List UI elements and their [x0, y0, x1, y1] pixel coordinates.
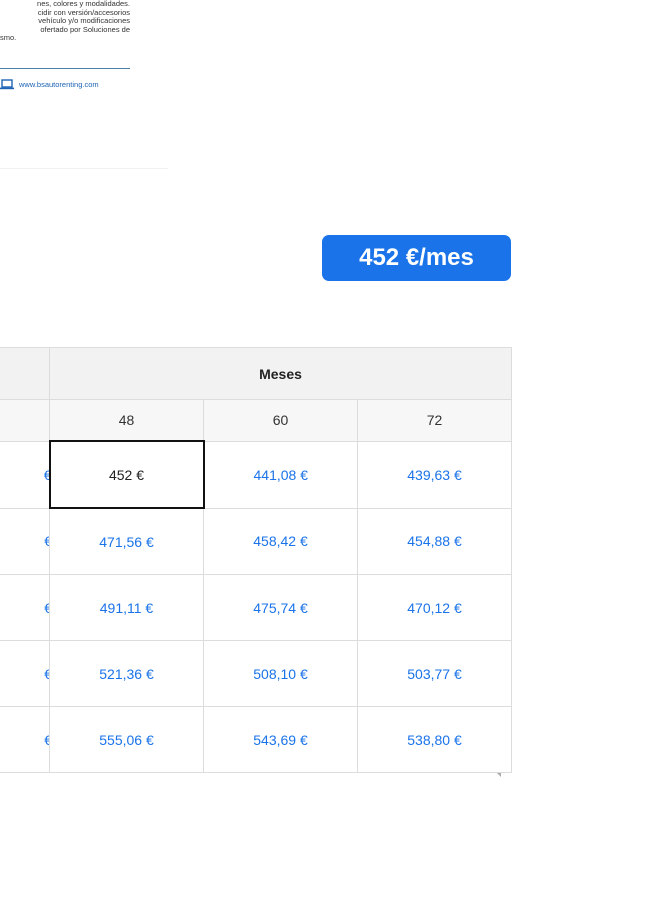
table-row: € 491,11 € 475,74 € 470,12 €	[0, 574, 513, 641]
price-cell[interactable]: 454,88 €	[356, 507, 513, 575]
price-cell[interactable]: 475,74 €	[203, 574, 358, 641]
monthly-price-badge: 452 €/mes	[322, 235, 511, 281]
month-column-header: 48	[49, 399, 204, 442]
month-column-header: 72	[356, 399, 513, 442]
price-cell[interactable]: 521,36 €	[49, 640, 204, 707]
disclaimer-text: nes, colores y modalidades. cidir con ve…	[0, 0, 130, 43]
price-cell[interactable]: 543,69 €	[203, 706, 358, 773]
row-first-cell[interactable]: €	[0, 507, 50, 575]
price-cell[interactable]: 458,42 €	[203, 507, 358, 575]
resize-handle-icon	[497, 773, 501, 777]
monthly-price-text: 452 €/mes	[359, 244, 474, 271]
price-cell[interactable]: 471,56 €	[49, 507, 204, 575]
price-cell[interactable]: 538,80 €	[356, 706, 513, 773]
table-row: € 452 € 441,08 € 439,63 €	[0, 440, 513, 509]
website-row[interactable]: www.bsautorenting.com	[0, 79, 99, 90]
row-first-cell[interactable]: €	[0, 574, 50, 641]
disclaimer-line: smo.	[0, 33, 17, 43]
price-cell[interactable]: 470,12 €	[356, 574, 513, 641]
table-row: € 521,36 € 508,10 € 503,77 €	[0, 640, 513, 707]
table-row: € 471,56 € 458,42 € 454,88 €	[0, 507, 513, 575]
disclaimer-divider	[0, 68, 130, 69]
laptop-icon	[0, 79, 14, 90]
price-cell[interactable]: 508,10 €	[203, 640, 358, 707]
table-corner-header	[0, 347, 50, 400]
divider	[0, 168, 168, 169]
row-first-cell[interactable]: €	[0, 706, 50, 773]
months-header: Meses	[48, 347, 513, 400]
month-column-header: 60	[203, 399, 358, 442]
pricing-table: Meses 48 60 72 € 452 € 441,08 € 439,63 €…	[0, 347, 513, 773]
price-cell[interactable]: 441,08 €	[203, 440, 358, 509]
disclaimer-line: ofertado por Soluciones de	[40, 24, 130, 34]
table-corner-subheader	[0, 399, 50, 442]
table-row: € 555,06 € 543,69 € 538,80 €	[0, 706, 513, 773]
price-cell[interactable]: 491,11 €	[49, 574, 204, 641]
row-first-cell[interactable]: €	[0, 440, 50, 509]
website-link[interactable]: www.bsautorenting.com	[19, 80, 99, 89]
price-cell[interactable]: 555,06 €	[49, 706, 204, 773]
price-cell[interactable]: 503,77 €	[356, 640, 513, 707]
row-first-cell[interactable]: €	[0, 640, 50, 707]
price-cell-selected[interactable]: 452 €	[48, 440, 205, 509]
price-cell[interactable]: 439,63 €	[356, 440, 513, 509]
